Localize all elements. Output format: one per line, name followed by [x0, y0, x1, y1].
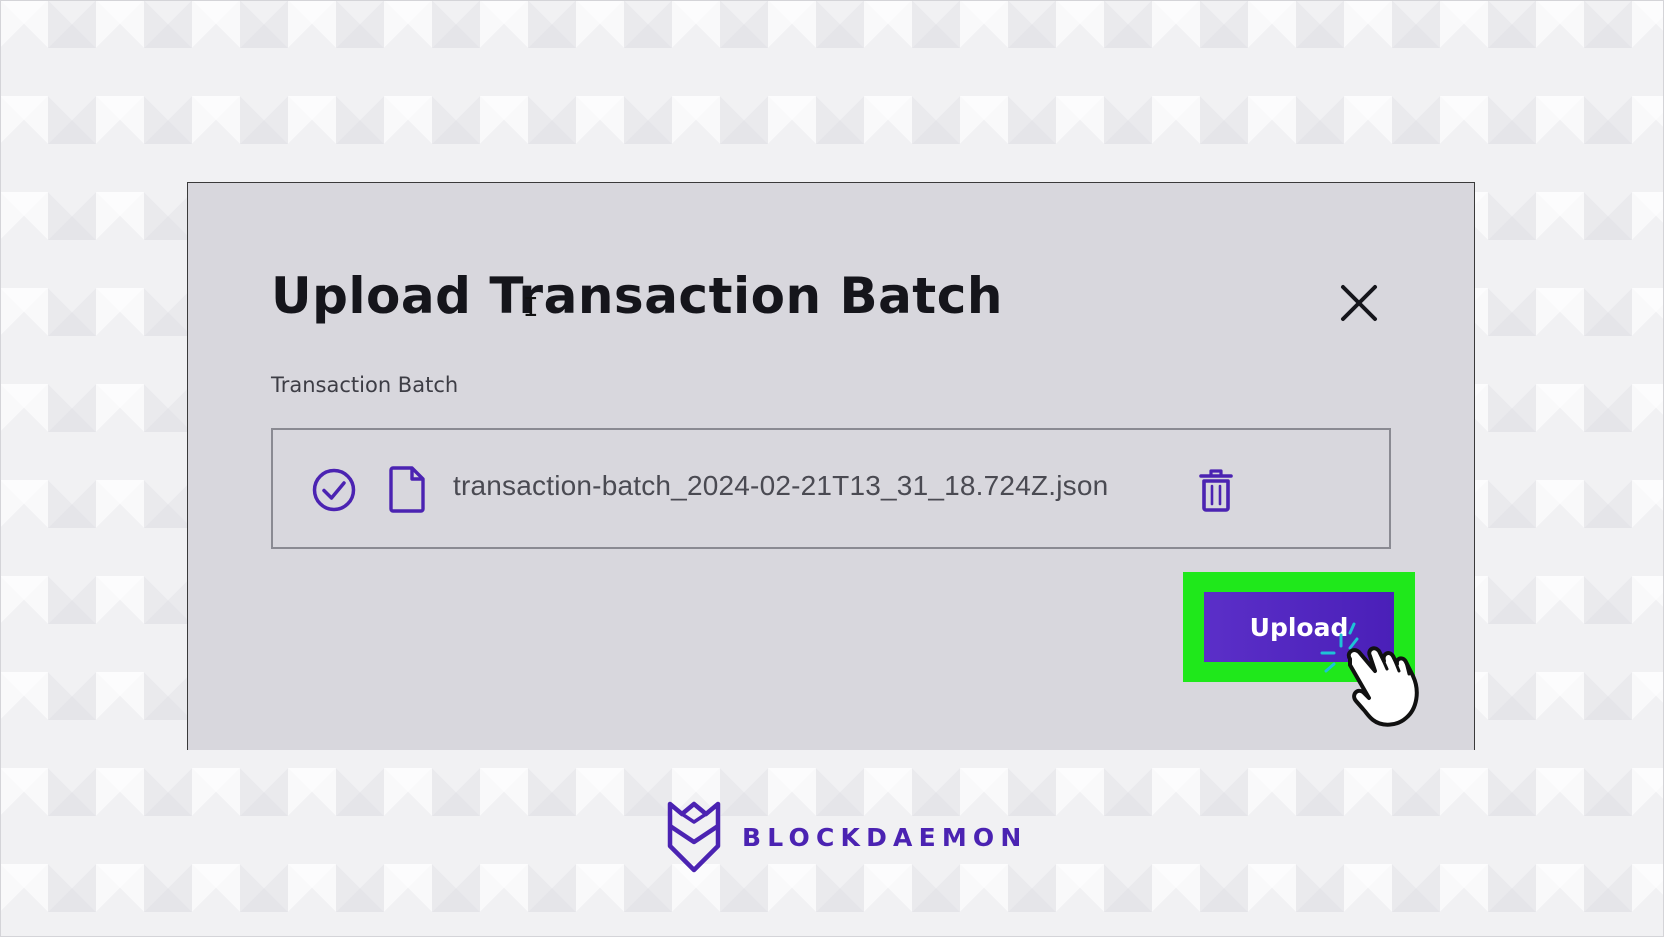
blockdaemon-logo: BLOCKDAEMON: [666, 800, 1021, 874]
upload-dialog: Upload Transaction Batch I Transaction B…: [187, 182, 1475, 750]
field-label: Transaction Batch: [271, 373, 459, 397]
brand-name: BLOCKDAEMON: [742, 823, 1028, 852]
check-circle-icon: [312, 468, 356, 512]
trash-icon[interactable]: [1199, 468, 1233, 512]
file-dropzone[interactable]: transaction-batch_2024-02-21T13_31_18.72…: [271, 428, 1391, 549]
close-button[interactable]: [1335, 279, 1383, 327]
file-icon: [389, 466, 425, 513]
dialog-title: Upload Transaction Batch: [271, 267, 1003, 325]
upload-button[interactable]: Upload: [1204, 592, 1394, 662]
blockdaemon-shield-icon: [667, 801, 721, 873]
text-cursor-icon: I: [523, 293, 539, 323]
close-icon: [1341, 285, 1377, 321]
file-name: transaction-batch_2024-02-21T13_31_18.72…: [453, 470, 1109, 501]
